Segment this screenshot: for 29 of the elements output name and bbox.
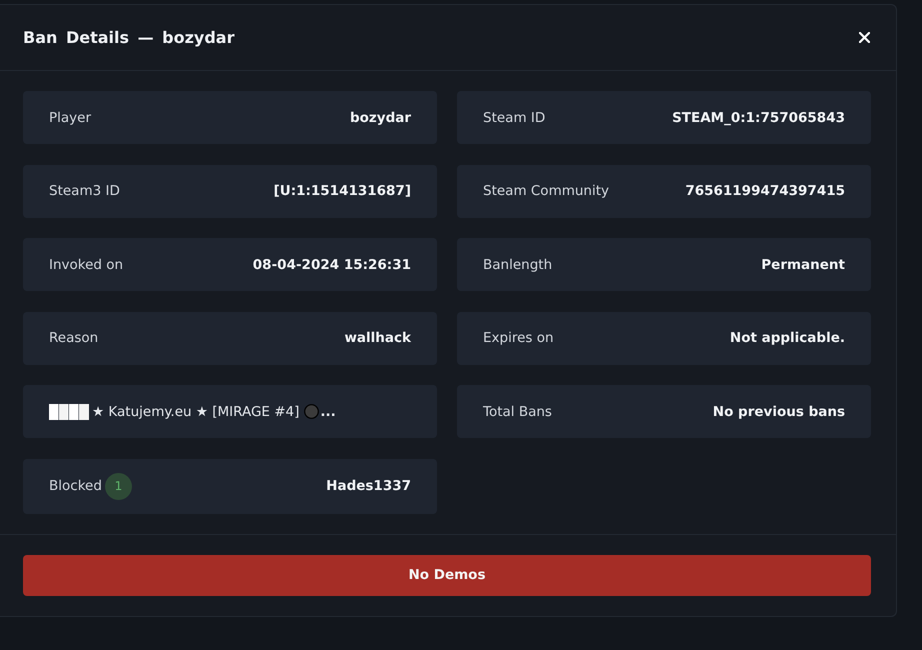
field-value: 08-04-2024 15:26:31 — [252, 256, 411, 273]
field-label: Steam ID — [483, 110, 546, 126]
field-label: Blocked — [49, 478, 102, 494]
field-value: 76561199474397415 — [685, 183, 845, 200]
close-icon — [859, 32, 870, 43]
field-value: STEAM_0:1:757065843 — [672, 110, 845, 126]
field-value: Not applicable. — [730, 330, 845, 346]
close-button[interactable] — [857, 30, 872, 45]
ellipsis-text: ... — [320, 404, 336, 420]
field-value: Permanent — [761, 256, 845, 273]
circle-icon — [304, 404, 320, 420]
field-label: Expires on — [483, 330, 554, 346]
field-label: Steam Community — [483, 183, 610, 200]
server-name: ★ Katujemy.eu ★ [MIRAGE #4] — [92, 404, 300, 420]
field-label: Total Bans — [483, 404, 552, 420]
field-value: No previous bans — [712, 404, 845, 420]
field-label: Player — [49, 110, 92, 126]
count-badge: 1 — [104, 472, 132, 500]
no-demos-button[interactable]: No Demos — [23, 554, 871, 596]
field-value: bozydar — [350, 110, 411, 126]
field-value: wallhack — [344, 330, 411, 346]
field-label: Invoked on — [49, 256, 124, 273]
field-label: Steam3 ID — [49, 183, 120, 200]
field-label: Reason — [49, 330, 98, 346]
field-value: Hades1337 — [326, 478, 411, 494]
blank-glyphs-icon — [49, 404, 89, 420]
field-label: Banlength — [483, 256, 552, 273]
field-value: [U:1:1514131687] — [274, 183, 411, 200]
modal-title: Ban Details — bozydar — [23, 28, 234, 47]
